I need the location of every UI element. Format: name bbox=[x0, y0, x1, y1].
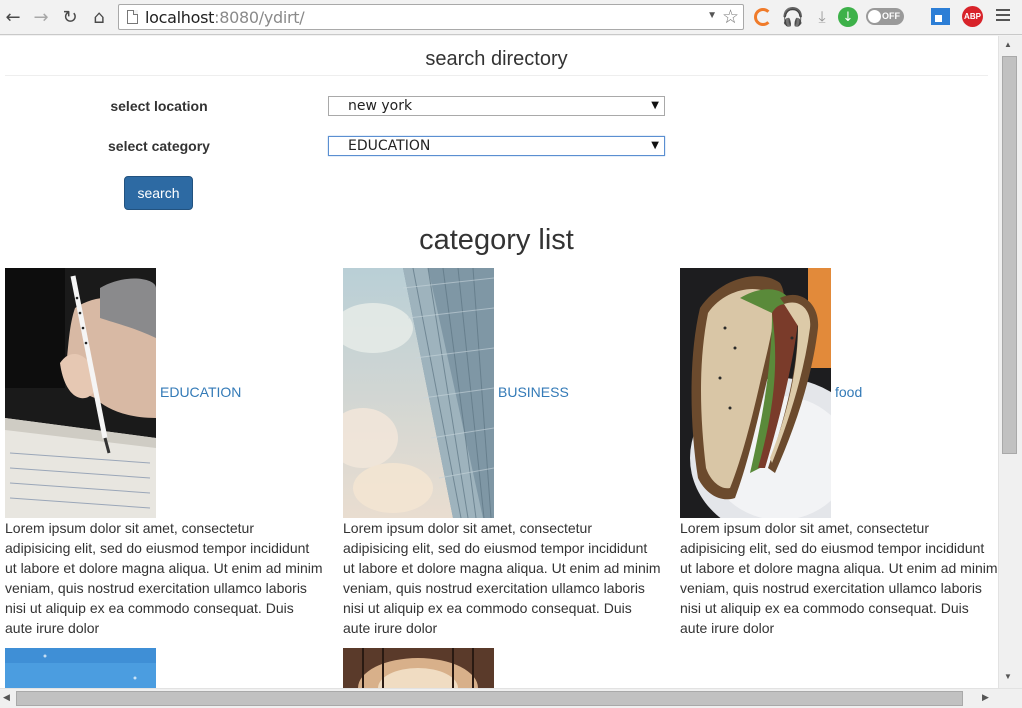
atrium-image[interactable] bbox=[343, 648, 494, 688]
reload-icon[interactable]: ↻ bbox=[59, 6, 81, 28]
address-bar[interactable]: localhost:8080/ydirt/ ▼ ☆ bbox=[118, 4, 744, 30]
browser-toolbar: ← → ↻ ⌂ localhost:8080/ydirt/ ▼ ☆ 🎧 ⤓ ↓ … bbox=[0, 0, 1022, 35]
scroll-up-arrow-icon[interactable]: ▲ bbox=[1004, 40, 1012, 49]
home-icon[interactable]: ⌂ bbox=[88, 6, 110, 28]
vertical-scroll-thumb[interactable] bbox=[1002, 56, 1017, 454]
category-list-heading: category list bbox=[419, 224, 574, 256]
download-icon[interactable]: ⤓ bbox=[811, 6, 833, 28]
url-host: localhost bbox=[145, 8, 215, 27]
back-arrow-icon[interactable]: ← bbox=[2, 6, 24, 28]
toggle-switch[interactable]: OFF bbox=[866, 8, 904, 25]
category-description: Lorem ipsum dolor sit amet, consectetur … bbox=[5, 520, 323, 636]
location-value: new york bbox=[348, 98, 413, 114]
category-link-food[interactable]: food bbox=[835, 384, 862, 400]
chevron-down-icon[interactable]: ▼ bbox=[707, 10, 717, 21]
headphones-icon[interactable]: 🎧 bbox=[782, 6, 804, 28]
dropdown-arrow-icon: ▼ bbox=[651, 140, 659, 151]
page-viewport: search directory select location new yor… bbox=[0, 36, 998, 688]
adblock-icon[interactable]: ABP bbox=[962, 6, 983, 27]
scroll-left-arrow-icon[interactable]: ◀ bbox=[3, 692, 10, 703]
horizontal-scrollbar[interactable]: ◀ ▶ bbox=[0, 688, 1022, 708]
dropdown-arrow-icon: ▼ bbox=[651, 100, 659, 111]
location-select[interactable]: new york ▼ bbox=[328, 96, 665, 116]
bookmark-star-icon[interactable]: ☆ bbox=[722, 6, 739, 28]
location-label: select location bbox=[110, 98, 208, 114]
horizontal-scroll-thumb[interactable] bbox=[16, 691, 963, 706]
window-extension-icon[interactable] bbox=[931, 8, 950, 25]
page-icon bbox=[127, 10, 138, 24]
scroll-down-arrow-icon[interactable]: ▼ bbox=[1004, 672, 1012, 681]
category-link-education[interactable]: EDUCATION bbox=[160, 384, 241, 400]
category-description: Lorem ipsum dolor sit amet, consectetur … bbox=[680, 520, 998, 636]
page-title: search directory bbox=[425, 48, 568, 70]
divider bbox=[5, 75, 988, 76]
category-label: select category bbox=[108, 138, 210, 154]
extension-c-icon[interactable] bbox=[754, 8, 772, 26]
vertical-scrollbar[interactable]: ▲ ▼ bbox=[998, 36, 1022, 688]
menu-icon[interactable] bbox=[996, 9, 1010, 24]
url-text[interactable]: localhost:8080/ydirt/ bbox=[145, 8, 305, 27]
sandwich-image[interactable] bbox=[680, 268, 831, 518]
category-link-business[interactable]: BUSINESS bbox=[498, 384, 569, 400]
category-value: EDUCATION bbox=[348, 138, 431, 154]
sky-image[interactable] bbox=[5, 648, 156, 688]
scroll-right-arrow-icon[interactable]: ▶ bbox=[982, 692, 989, 703]
url-path: :8080/ydirt/ bbox=[214, 8, 305, 27]
skyscraper-image[interactable] bbox=[343, 268, 494, 518]
writing-hand-image[interactable] bbox=[5, 268, 156, 518]
toggle-knob bbox=[868, 10, 881, 23]
green-download-icon[interactable]: ↓ bbox=[838, 7, 858, 27]
toggle-label: OFF bbox=[882, 11, 900, 21]
search-button[interactable]: search bbox=[124, 176, 193, 210]
category-select[interactable]: EDUCATION ▼ bbox=[328, 136, 665, 156]
forward-arrow-icon[interactable]: → bbox=[30, 6, 52, 28]
category-description: Lorem ipsum dolor sit amet, consectetur … bbox=[343, 520, 661, 636]
